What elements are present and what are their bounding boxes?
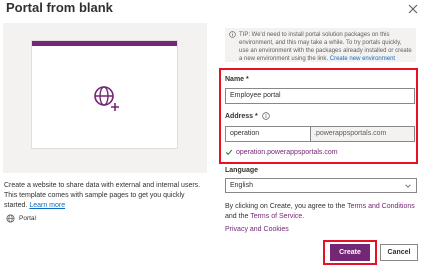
address-validation-text: operation.powerappsportals.com <box>236 148 338 156</box>
create-button[interactable]: Create <box>330 244 370 261</box>
terms-and: and the <box>225 213 249 220</box>
address-label: Address * <box>225 112 270 120</box>
terms-of-service-link[interactable]: Terms of Service. <box>250 213 304 220</box>
template-preview <box>3 23 207 173</box>
create-environment-link[interactable]: Create new environment <box>330 56 395 62</box>
info-icon[interactable] <box>261 112 270 120</box>
tip-banner: TIP: We'd need to install portal solutio… <box>225 28 416 62</box>
checkmark-icon <box>225 149 233 156</box>
address-validation: operation.powerappsportals.com <box>225 148 338 156</box>
privacy-and-cookies-link[interactable]: Privacy and Cookies <box>225 226 289 233</box>
info-icon <box>229 31 236 38</box>
preview-header-bar <box>32 41 177 46</box>
chevron-down-icon <box>405 184 411 188</box>
globe-icon <box>6 214 15 223</box>
template-description: Create a website to share data with exte… <box>4 181 209 211</box>
globe-plus-icon <box>94 86 119 111</box>
language-select[interactable]: English <box>225 178 417 193</box>
address-domain-suffix: .powerappsportals.com <box>311 126 415 142</box>
portal-tag: Portal <box>6 214 36 223</box>
terms-and-conditions-link[interactable]: Terms and Conditions <box>347 203 415 210</box>
preview-card <box>31 40 178 149</box>
language-label: Language <box>225 167 259 174</box>
dialog-title: Portal from blank <box>6 0 113 15</box>
portal-tag-label: Portal <box>19 215 36 222</box>
cancel-button[interactable]: Cancel <box>380 244 418 261</box>
address-label-text: Address * <box>225 112 258 120</box>
name-input[interactable]: Employee portal <box>225 88 415 104</box>
language-value: English <box>230 182 253 189</box>
address-input[interactable]: operation <box>225 126 311 142</box>
name-label: Name * <box>225 76 249 83</box>
terms-prefix: By clicking on Create, you agree to the <box>225 203 346 210</box>
close-icon[interactable] <box>406 2 420 16</box>
learn-more-link[interactable]: Learn more <box>29 202 65 209</box>
terms-text: By clicking on Create, you agree to the … <box>225 202 420 222</box>
